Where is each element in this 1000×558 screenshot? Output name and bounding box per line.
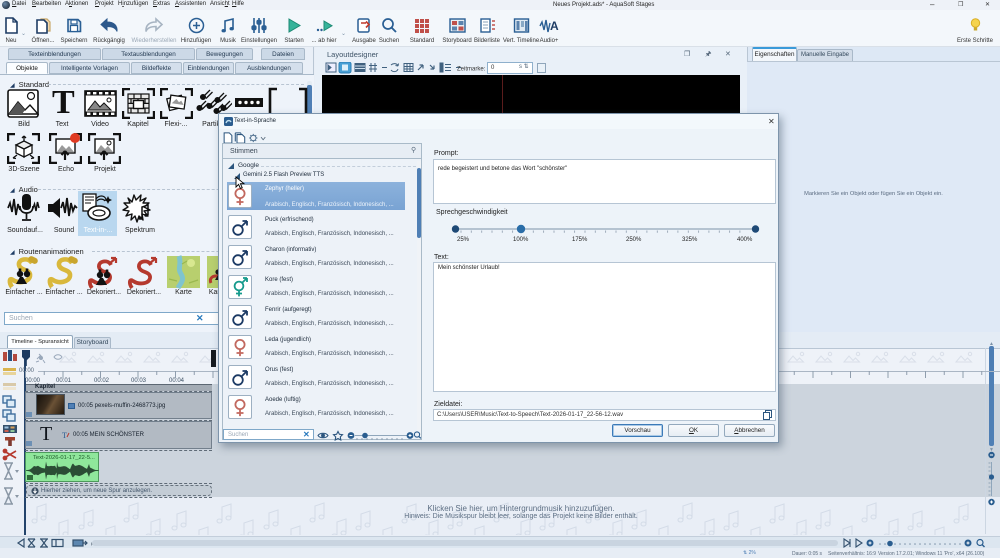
svg-text:T: T [62,431,67,439]
svg-text:A: A [550,19,559,33]
svg-text:Zeitmarke:: Zeitmarke: [457,67,486,73]
